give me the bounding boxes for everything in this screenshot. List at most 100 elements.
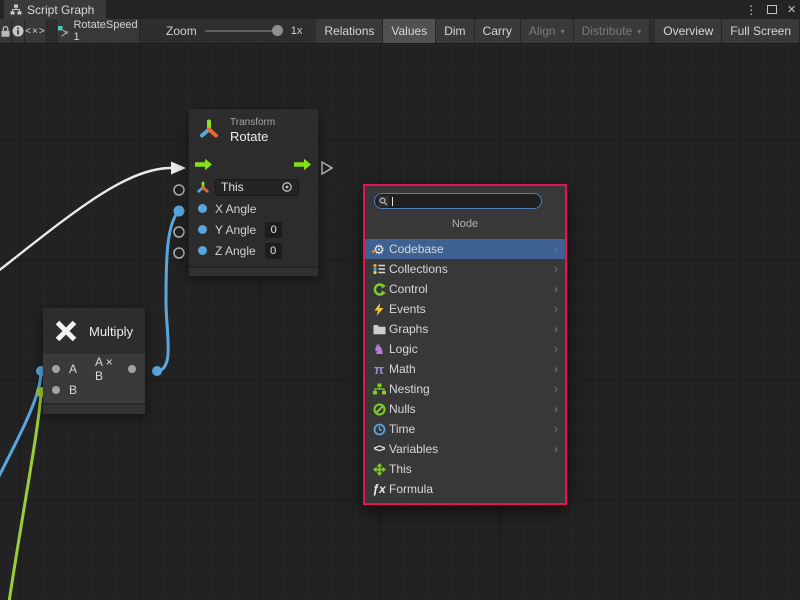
- move-arrows-icon: [371, 463, 387, 476]
- overview-button[interactable]: Overview: [655, 19, 722, 43]
- search-input[interactable]: [374, 193, 542, 209]
- chevron-right-icon: ›: [554, 442, 565, 456]
- chevron-down-icon: ▾: [637, 27, 641, 36]
- finder-item-nesting[interactable]: Nesting ›: [365, 379, 565, 399]
- finder-item-this[interactable]: This: [365, 459, 565, 479]
- multiply-icon: [53, 318, 79, 344]
- folder-icon: [371, 324, 387, 335]
- finder-item-label: Events: [389, 302, 426, 316]
- node-header[interactable]: Multiply: [43, 308, 145, 354]
- node-footer: [189, 266, 318, 276]
- finder-item-events[interactable]: Events ›: [365, 299, 565, 319]
- this-object-field[interactable]: This: [215, 179, 299, 196]
- chevron-right-icon: ›: [554, 302, 565, 316]
- control-flow-icon: [371, 283, 387, 296]
- lock-button[interactable]: [0, 19, 12, 43]
- finder-item-time[interactable]: Time ›: [365, 419, 565, 439]
- finder-item-label: Logic: [389, 342, 418, 356]
- null-icon: [371, 403, 387, 416]
- zangle-value-field[interactable]: 0: [265, 243, 282, 259]
- finder-item-label: Graphs: [389, 322, 428, 336]
- edit-code-button[interactable]: <×>: [25, 19, 47, 43]
- distribute-button[interactable]: Distribute ▾: [574, 19, 651, 43]
- info-icon: [12, 25, 24, 37]
- bullet-list-icon: [371, 263, 387, 275]
- value-port-dot[interactable]: [198, 246, 207, 255]
- yangle-value-field[interactable]: 0: [265, 222, 282, 238]
- node-category: Transform: [230, 116, 275, 129]
- node-multiply[interactable]: Multiply A A × B B: [43, 308, 145, 414]
- zoom-slider-handle[interactable]: [272, 25, 283, 36]
- graph-toolbar: <×> RotateSpeed 1 Zoom 1x Relations Valu…: [0, 19, 800, 44]
- distribute-label: Distribute: [582, 24, 633, 38]
- input-port-dot[interactable]: [52, 365, 60, 373]
- finder-item-variables[interactable]: <> Variables ›: [365, 439, 565, 459]
- node-header[interactable]: Transform Rotate: [189, 109, 318, 150]
- finder-item-label: Codebase: [389, 242, 444, 256]
- input-port-dot[interactable]: [52, 386, 60, 394]
- finder-item-label: Time: [389, 422, 415, 436]
- zoom-value: 1x: [291, 25, 303, 37]
- hierarchy-icon: [371, 383, 387, 395]
- graph-reference-label: RotateSpeed 1: [73, 19, 139, 43]
- finder-item-label: Math: [389, 362, 416, 376]
- chevron-right-icon: ›: [554, 402, 565, 416]
- finder-item-nulls[interactable]: Nulls ›: [365, 399, 565, 419]
- fuzzy-finder-popup: Node ⚙ Codebase › Collections ›: [363, 184, 567, 505]
- fullscreen-label: Full Screen: [730, 24, 791, 38]
- flow-input-arrow-icon[interactable]: [195, 158, 213, 171]
- transform-axes-icon-small: [196, 181, 210, 194]
- node-title: Multiply: [89, 324, 133, 339]
- chevron-right-icon: ›: [554, 382, 565, 396]
- output-port-dot[interactable]: [128, 365, 136, 373]
- carry-label: Carry: [483, 24, 512, 38]
- chevron-right-icon: ›: [554, 362, 565, 376]
- align-button[interactable]: Align▾: [521, 19, 574, 43]
- finder-list: ⚙ Codebase › Collections ›: [365, 239, 565, 499]
- relations-button[interactable]: Relations: [316, 19, 383, 43]
- output-label: A × B: [95, 355, 119, 383]
- finder-item-label: Nulls: [389, 402, 416, 416]
- tab-script-graph[interactable]: Script Graph: [4, 0, 106, 19]
- finder-item-label: Formula: [389, 482, 433, 496]
- input-b-label: B: [69, 383, 77, 397]
- graph-node-icon: [57, 25, 69, 38]
- chevron-right-icon: ›: [554, 322, 565, 336]
- finder-item-math[interactable]: π Math ›: [365, 359, 565, 379]
- carry-button[interactable]: Carry: [475, 19, 521, 43]
- knight-icon: ♞: [371, 342, 387, 356]
- relations-label: Relations: [324, 24, 374, 38]
- overview-label: Overview: [663, 24, 713, 38]
- finder-item-graphs[interactable]: Graphs ›: [365, 319, 565, 339]
- clock-icon: [371, 423, 387, 436]
- search-icon: [378, 196, 389, 207]
- values-button[interactable]: Values: [383, 19, 436, 43]
- target-picker-icon[interactable]: [281, 181, 293, 193]
- graph-reference-button[interactable]: RotateSpeed 1: [56, 19, 140, 43]
- chevron-right-icon: ›: [554, 342, 565, 356]
- finder-item-label: Variables: [389, 442, 438, 456]
- this-field-value: This: [221, 180, 244, 194]
- kebab-menu-icon[interactable]: ⋮: [745, 4, 757, 16]
- info-button[interactable]: [12, 19, 25, 43]
- graph-hierarchy-icon: [10, 4, 22, 15]
- fx-icon: ƒx: [371, 482, 387, 496]
- close-icon[interactable]: ×: [787, 2, 796, 17]
- flow-output-arrow-icon[interactable]: [294, 158, 312, 171]
- zoom-slider[interactable]: [205, 30, 283, 32]
- finder-item-collections[interactable]: Collections ›: [365, 259, 565, 279]
- node-transform-rotate[interactable]: Transform Rotate This: [189, 109, 318, 276]
- value-port-dot[interactable]: [198, 225, 207, 234]
- tab-title: Script Graph: [27, 3, 94, 17]
- align-label: Align: [529, 24, 556, 38]
- fullscreen-button[interactable]: Full Screen: [722, 19, 800, 43]
- finder-item-logic[interactable]: ♞ Logic ›: [365, 339, 565, 359]
- maximize-icon[interactable]: [767, 5, 777, 14]
- dim-button[interactable]: Dim: [436, 19, 474, 43]
- finder-item-formula[interactable]: ƒx Formula: [365, 479, 565, 499]
- chevron-right-icon: ›: [554, 242, 565, 256]
- finder-item-codebase[interactable]: ⚙ Codebase ›: [365, 239, 565, 259]
- finder-item-control[interactable]: Control ›: [365, 279, 565, 299]
- node-body: This X Angle Y Angle 0: [189, 150, 318, 266]
- value-port-dot[interactable]: [198, 204, 207, 213]
